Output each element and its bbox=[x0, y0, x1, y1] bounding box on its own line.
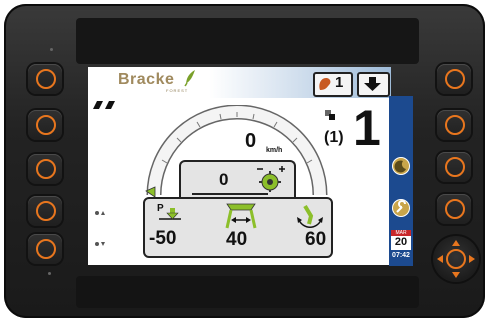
width-value: 40 bbox=[226, 229, 248, 250]
right-button-3[interactable] bbox=[437, 152, 471, 182]
right-button-2[interactable] bbox=[437, 110, 471, 140]
display-screen: Bracke FOREST 1 0 km/h (1) 1 0 P -50 40 … bbox=[88, 67, 391, 265]
bezel-top-recess bbox=[76, 18, 419, 64]
right-button-4[interactable] bbox=[437, 194, 471, 224]
gear-paren-label: (1) bbox=[324, 129, 344, 146]
left-button-3[interactable] bbox=[28, 154, 62, 184]
speed-value: 0 bbox=[245, 130, 257, 152]
tool-select-button[interactable]: 1 bbox=[313, 72, 353, 97]
settings-wrench-icon[interactable] bbox=[393, 200, 409, 216]
tool-head-icon bbox=[319, 78, 331, 90]
brand-subtitle: FOREST bbox=[166, 88, 189, 93]
tilt-icon bbox=[297, 204, 323, 228]
ring-icon bbox=[445, 199, 465, 219]
left-button-1[interactable] bbox=[28, 64, 62, 94]
rotor-speed-icon bbox=[257, 166, 285, 192]
tool-number: 1 bbox=[335, 74, 344, 91]
rotor-panel: 0 bbox=[179, 160, 296, 200]
ring-icon bbox=[36, 115, 56, 135]
brand-logo: Bracke bbox=[118, 71, 175, 88]
calendar-widget: MAR 20 bbox=[391, 230, 411, 250]
dpad-center-button[interactable] bbox=[446, 249, 466, 269]
implement-panel: P -50 40 60 bbox=[143, 197, 333, 258]
wrench-icon bbox=[396, 200, 406, 213]
pressure-value: -50 bbox=[149, 228, 177, 249]
bezel-screw-dot bbox=[48, 272, 51, 275]
status-sidebar: MAR 20 07:42 bbox=[389, 96, 413, 266]
moon-icon bbox=[394, 160, 406, 173]
calendar-day: 20 bbox=[394, 236, 408, 248]
indicator-up-icon bbox=[95, 211, 105, 215]
bezel-bottom-recess bbox=[76, 276, 419, 308]
rotor-divider bbox=[192, 193, 268, 195]
ring-icon bbox=[36, 239, 56, 259]
leaf-icon bbox=[184, 70, 195, 87]
left-button-2[interactable] bbox=[28, 110, 62, 140]
rotor-value: 0 bbox=[219, 170, 229, 189]
implement-width-icon bbox=[225, 203, 257, 229]
screen-header: Bracke FOREST 1 bbox=[88, 67, 391, 98]
right-button-1[interactable] bbox=[437, 64, 471, 94]
left-button-5[interactable] bbox=[28, 234, 62, 264]
bezel-screw-dot bbox=[50, 48, 53, 51]
tilt-value: 60 bbox=[305, 229, 327, 250]
night-mode-icon[interactable] bbox=[393, 158, 409, 174]
download-button[interactable] bbox=[357, 72, 390, 97]
ring-icon bbox=[36, 159, 56, 179]
ring-icon bbox=[36, 69, 56, 89]
directional-pad[interactable] bbox=[433, 236, 479, 282]
ring-icon bbox=[36, 201, 56, 221]
left-button-4[interactable] bbox=[28, 196, 62, 226]
pressure-label: P bbox=[157, 203, 164, 214]
ring-icon bbox=[445, 69, 465, 89]
ring-icon bbox=[445, 115, 465, 135]
indicator-down-icon bbox=[95, 242, 105, 246]
status-marks-icon bbox=[93, 101, 115, 109]
gearbox-icon bbox=[325, 110, 335, 120]
arrow-down-icon bbox=[364, 77, 381, 91]
clock-time: 07:42 bbox=[392, 252, 410, 259]
speed-unit: km/h bbox=[266, 147, 283, 154]
ring-icon bbox=[445, 157, 465, 177]
gear-number: 1 bbox=[353, 100, 381, 156]
